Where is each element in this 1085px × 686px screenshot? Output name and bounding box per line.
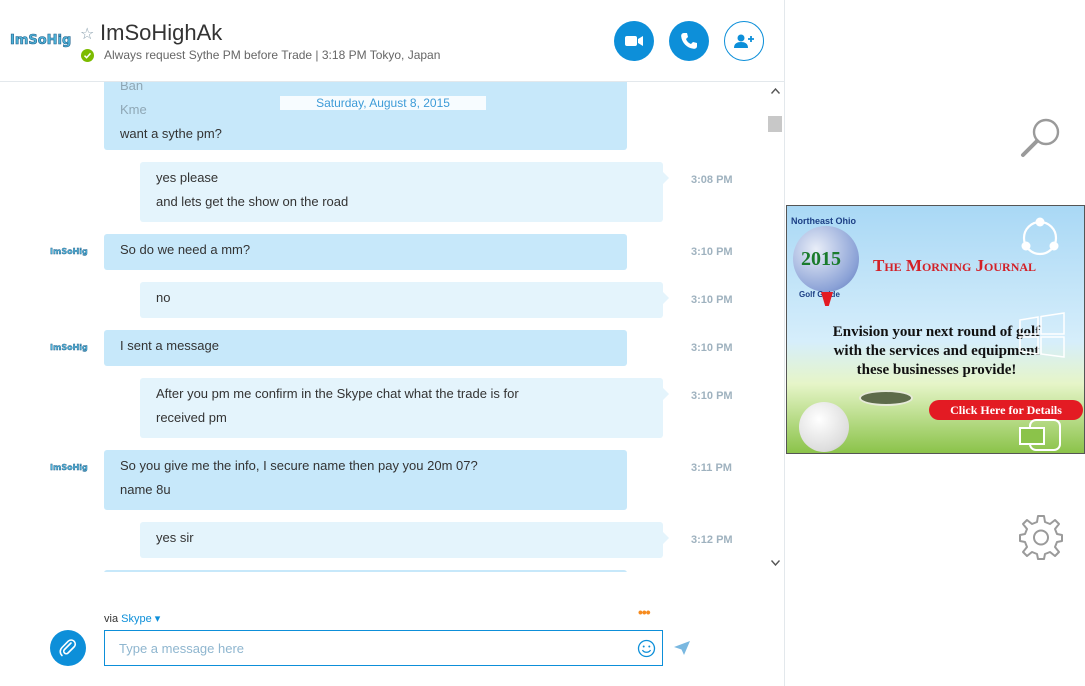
search-icon[interactable] bbox=[1018, 114, 1066, 160]
message-history[interactable]: Ban Kme want a sythe pm? Saturday, Augus… bbox=[0, 82, 768, 572]
message-line: want a sythe pm? bbox=[120, 126, 222, 141]
message-bubble[interactable]: I sent a message bbox=[104, 330, 627, 366]
contact-avatar[interactable]: ImSoHigh bbox=[8, 26, 72, 50]
message-bubble[interactable]: So you give me the info, I secure name t… bbox=[104, 450, 627, 510]
golf-ball-graphic bbox=[799, 402, 849, 452]
sender-avatar[interactable]: ImSoHigh bbox=[50, 243, 88, 257]
message-bubble-partial[interactable] bbox=[104, 570, 627, 572]
message-timestamp: 3:12 PM bbox=[691, 534, 733, 546]
message-line: So do we need a mm? bbox=[120, 242, 251, 257]
message-line: and lets get the show on the road bbox=[156, 194, 349, 209]
add-person-icon bbox=[734, 34, 754, 48]
svg-text:ImSoHigh: ImSoHigh bbox=[50, 343, 88, 352]
svg-text:ImSoHigh: ImSoHigh bbox=[50, 463, 88, 472]
ad-year: 2015 bbox=[801, 248, 841, 270]
attach-icon bbox=[59, 639, 77, 657]
message-line: no bbox=[156, 290, 171, 305]
message-timestamp: 3:08 PM bbox=[691, 174, 733, 186]
message-bubble[interactable]: Ban Kme want a sythe pm? bbox=[104, 82, 627, 150]
message-line: received pm bbox=[156, 410, 227, 425]
windows-icon[interactable] bbox=[1018, 312, 1066, 358]
message-bubble[interactable]: yes please and lets get the show on the … bbox=[140, 162, 669, 222]
settings-icon[interactable] bbox=[1018, 514, 1064, 560]
audio-call-icon bbox=[681, 33, 697, 49]
online-status-icon bbox=[81, 49, 94, 62]
message-input[interactable] bbox=[119, 639, 619, 657]
favorite-star-icon[interactable]: ☆ bbox=[80, 24, 94, 44]
scroll-up-icon[interactable] bbox=[771, 88, 780, 94]
svg-text:ImSoHigh: ImSoHigh bbox=[50, 247, 88, 256]
message-timestamp: 3:10 PM bbox=[691, 246, 733, 258]
message-line: After you pm me confirm in the Skype cha… bbox=[156, 386, 519, 401]
message-line: yes sir bbox=[156, 530, 194, 545]
message-timestamp: 3:11 PM bbox=[691, 462, 732, 474]
video-call-button[interactable] bbox=[614, 21, 654, 61]
audio-call-button[interactable] bbox=[669, 21, 709, 61]
message-line: So you give me the info, I secure name t… bbox=[120, 458, 478, 473]
chevron-down-icon[interactable]: ▾ bbox=[155, 613, 161, 625]
contact-name[interactable]: ImSoHighAk bbox=[100, 20, 222, 46]
send-via-selector[interactable]: via Skype ▾ bbox=[104, 612, 160, 625]
ad-badge-top: Northeast Ohio bbox=[791, 216, 857, 226]
pane-divider bbox=[784, 0, 785, 686]
message-bubble[interactable]: After you pm me confirm in the Skype cha… bbox=[140, 378, 669, 438]
hole-graphic bbox=[859, 390, 913, 406]
video-call-icon bbox=[625, 36, 643, 46]
more-options-icon[interactable]: ••• bbox=[638, 604, 651, 620]
ad-paper-name: The Morning Journal bbox=[873, 256, 1037, 275]
message-input-box[interactable] bbox=[104, 630, 663, 666]
ad-badge-bottom: Golf Guide bbox=[799, 290, 840, 299]
mood-message: Always request Sythe PM before Trade | 3… bbox=[104, 48, 441, 62]
sender-avatar[interactable]: ImSoHigh bbox=[50, 339, 88, 353]
skype-window: ImSoHigh ☆ ImSoHighAk Always request Syt… bbox=[0, 0, 1085, 686]
svg-text:ImSoHigh: ImSoHigh bbox=[10, 33, 72, 48]
message-timestamp: 3:10 PM bbox=[691, 342, 733, 354]
tee-graphic bbox=[821, 292, 833, 306]
message-bubble[interactable]: So do we need a mm? bbox=[104, 234, 627, 270]
chat-scrollbar[interactable] bbox=[768, 82, 784, 572]
ad-cta-button[interactable]: Click Here for Details bbox=[929, 400, 1083, 420]
scroll-down-icon[interactable] bbox=[771, 560, 780, 566]
date-separator: Saturday, August 8, 2015 bbox=[280, 96, 486, 110]
sender-avatar[interactable]: ImSoHigh bbox=[50, 459, 88, 473]
message-bubble[interactable]: yes sir bbox=[140, 522, 669, 558]
message-timestamp: 3:10 PM bbox=[691, 294, 733, 306]
via-label: via bbox=[104, 613, 119, 625]
attach-button[interactable] bbox=[50, 630, 86, 666]
devices-icon[interactable] bbox=[1018, 418, 1062, 454]
message-timestamp: 3:10 PM bbox=[691, 390, 733, 402]
scroll-thumb[interactable] bbox=[768, 116, 782, 132]
message-bubble[interactable]: no bbox=[140, 282, 669, 318]
message-line: yes please bbox=[156, 170, 219, 185]
add-participant-button[interactable] bbox=[724, 21, 764, 61]
send-icon[interactable] bbox=[673, 640, 691, 656]
emoji-icon[interactable] bbox=[637, 639, 656, 658]
message-line: name 8u bbox=[120, 482, 171, 497]
message-line: I sent a message bbox=[120, 338, 219, 353]
ad-line-3: these businesses provide! bbox=[856, 362, 1017, 378]
contacts-icon[interactable] bbox=[1016, 216, 1064, 260]
via-service[interactable]: Skype bbox=[121, 613, 152, 625]
conversation-header: ImSoHigh ☆ ImSoHighAk Always request Syt… bbox=[0, 0, 785, 82]
